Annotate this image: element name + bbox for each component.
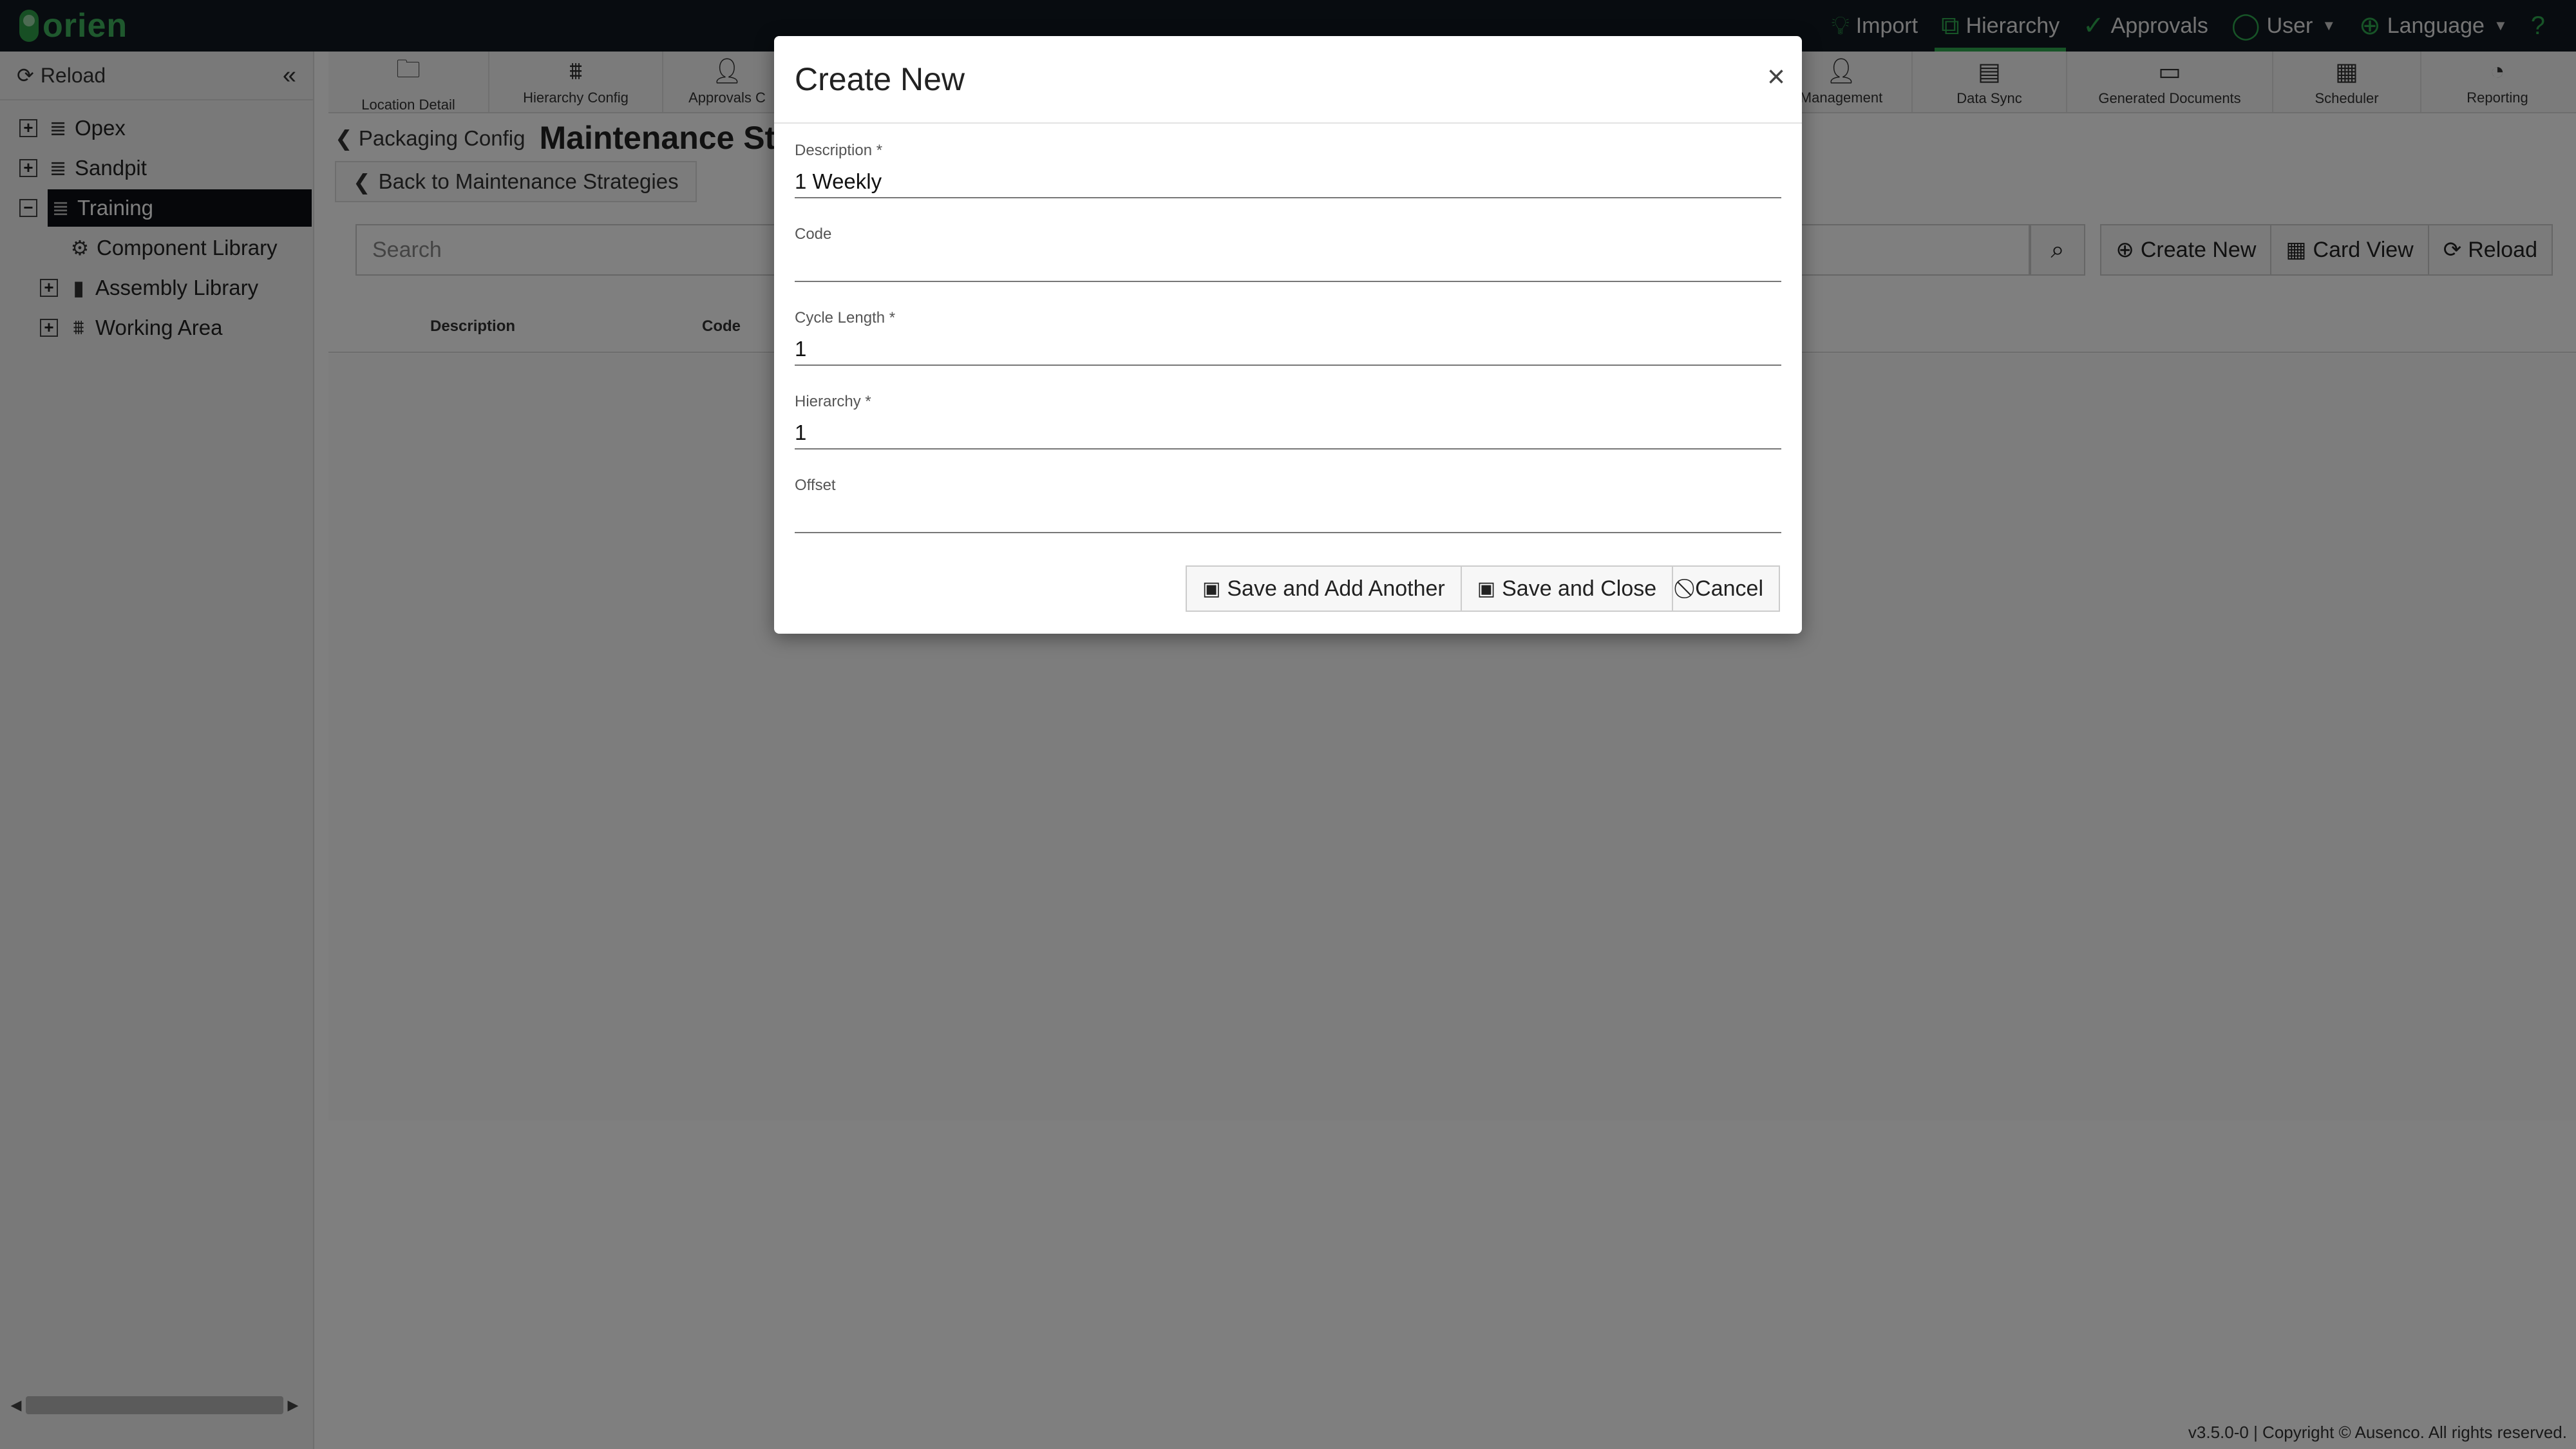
description-label: Description * (795, 142, 883, 159)
code-field: Code (795, 224, 1781, 308)
dialog-title: Create New (795, 61, 965, 97)
close-icon[interactable]: × (1767, 59, 1785, 95)
offset-input[interactable] (795, 504, 1781, 533)
offset-field: Offset (795, 475, 1781, 559)
save-and-close-label: Save and Close (1502, 576, 1657, 601)
cycle-length-field: Cycle Length * 1 (795, 308, 1781, 392)
code-label: Code (795, 225, 832, 243)
cycle-length-input[interactable]: 1 (795, 336, 1781, 366)
dialog-body: Description * 1 Weekly Code Cycle Length… (774, 124, 1802, 559)
dialog-footer: ▣ Save and Add Another ▣ Save and Close … (1186, 565, 1780, 612)
create-new-dialog: Create New × Description * 1 Weekly Code… (774, 36, 1802, 634)
save-and-close-button[interactable]: ▣ Save and Close (1460, 565, 1674, 612)
save-icon: ▣ (1477, 578, 1496, 600)
save-and-add-another-label: Save and Add Another (1227, 576, 1445, 601)
description-input[interactable]: 1 Weekly (795, 169, 1781, 198)
dialog-header: Create New × (774, 36, 1802, 124)
hierarchy-label: Hierarchy * (795, 393, 871, 410)
hierarchy-field: Hierarchy * 1 (795, 392, 1781, 475)
cancel-button[interactable]: ⃠ Cancel (1672, 565, 1780, 612)
save-icon: ▣ (1202, 578, 1221, 600)
cycle-length-label: Cycle Length * (795, 309, 896, 327)
code-input[interactable] (795, 252, 1781, 282)
offset-label: Offset (795, 477, 836, 494)
cancel-label: Cancel (1695, 576, 1763, 601)
description-field: Description * 1 Weekly (795, 140, 1781, 224)
hierarchy-input[interactable]: 1 (795, 420, 1781, 450)
save-and-add-another-button[interactable]: ▣ Save and Add Another (1186, 565, 1462, 612)
